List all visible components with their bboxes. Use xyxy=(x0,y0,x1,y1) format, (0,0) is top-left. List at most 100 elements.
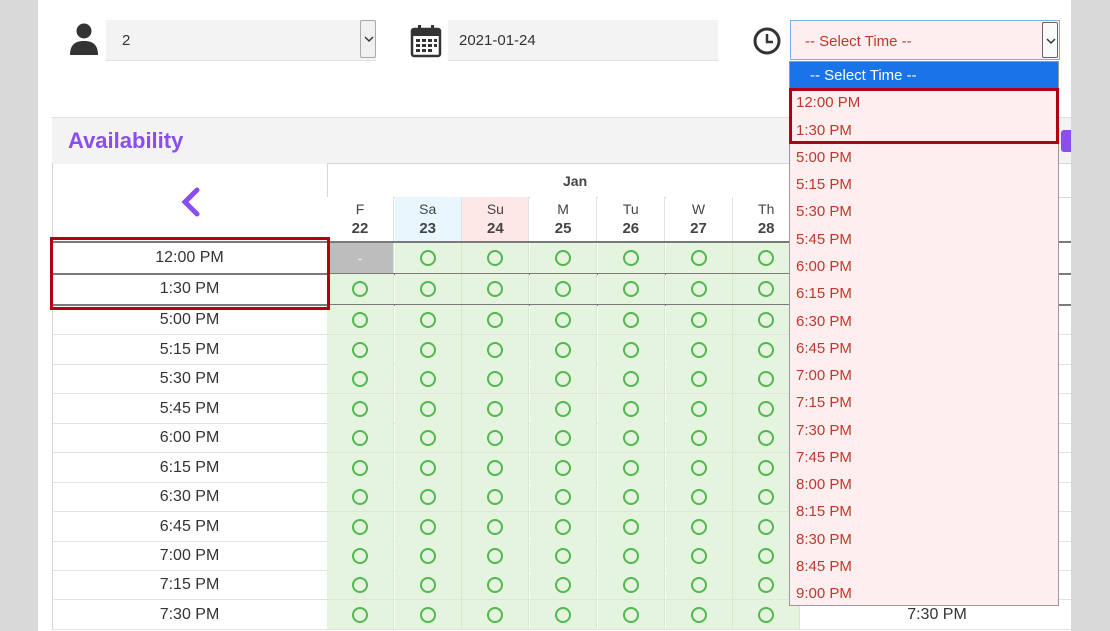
slot-available[interactable] xyxy=(530,453,598,482)
chevron-left-icon[interactable] xyxy=(179,187,201,217)
slot-available[interactable] xyxy=(530,482,598,511)
next-week-icon[interactable] xyxy=(1061,130,1071,152)
slot-available[interactable] xyxy=(665,600,733,629)
slot-available[interactable] xyxy=(597,541,665,570)
slot-available[interactable] xyxy=(394,243,462,273)
slot-available[interactable] xyxy=(327,305,394,334)
dropdown-option[interactable]: 5:30 PM xyxy=(790,198,1058,225)
slot-available[interactable] xyxy=(597,394,665,423)
slot-available[interactable] xyxy=(327,600,394,629)
time-dropdown-list[interactable]: -- Select Time -- 12:00 PM 1:30 PM 5:00 PM 5… xyxy=(789,61,1059,606)
slot-available[interactable] xyxy=(462,394,530,423)
slot-available[interactable] xyxy=(665,423,733,452)
slot-available[interactable] xyxy=(394,482,462,511)
slot-available[interactable] xyxy=(530,243,598,273)
slot-available[interactable] xyxy=(462,482,530,511)
slot-available[interactable] xyxy=(462,335,530,364)
party-size-dropdown-button[interactable] xyxy=(360,20,376,58)
slot-available[interactable] xyxy=(327,274,394,304)
dropdown-option[interactable]: 5:00 PM xyxy=(790,144,1058,171)
slot-available[interactable] xyxy=(665,453,733,482)
slot-available[interactable] xyxy=(665,512,733,541)
slot-available[interactable] xyxy=(394,570,462,599)
slot-available[interactable] xyxy=(597,570,665,599)
slot-available[interactable] xyxy=(597,512,665,541)
time-select[interactable]: -- Select Time -- xyxy=(790,20,1060,60)
party-size-select[interactable]: 2 xyxy=(106,20,376,61)
dropdown-option[interactable]: 8:00 PM xyxy=(790,471,1058,498)
dropdown-option[interactable]: 8:45 PM xyxy=(790,553,1058,580)
slot-available[interactable] xyxy=(530,335,598,364)
slot-available[interactable] xyxy=(530,512,598,541)
dropdown-option[interactable]: 5:15 PM xyxy=(790,171,1058,198)
slot-available[interactable] xyxy=(327,394,394,423)
slot-available[interactable] xyxy=(462,541,530,570)
slot-available[interactable] xyxy=(530,364,598,393)
slot-available[interactable] xyxy=(665,305,733,334)
slot-available[interactable] xyxy=(394,512,462,541)
slot-available[interactable] xyxy=(394,453,462,482)
dropdown-option[interactable]: 6:45 PM xyxy=(790,335,1058,362)
dropdown-option[interactable]: 1:30 PM xyxy=(790,117,1058,144)
dropdown-option[interactable]: 5:45 PM xyxy=(790,226,1058,253)
slot-available[interactable] xyxy=(327,453,394,482)
slot-available[interactable] xyxy=(530,570,598,599)
dropdown-option[interactable]: 9:00 PM xyxy=(790,580,1058,607)
slot-available[interactable] xyxy=(597,600,665,629)
slot-available[interactable] xyxy=(327,364,394,393)
slot-available[interactable] xyxy=(462,243,530,273)
slot-available[interactable] xyxy=(462,423,530,452)
slot-available[interactable] xyxy=(394,423,462,452)
slot-available[interactable] xyxy=(530,305,598,334)
slot-available[interactable] xyxy=(394,305,462,334)
dropdown-option[interactable]: 6:30 PM xyxy=(790,308,1058,335)
slot-available[interactable] xyxy=(597,423,665,452)
slot-available[interactable] xyxy=(327,335,394,364)
slot-available[interactable] xyxy=(530,394,598,423)
slot-available[interactable] xyxy=(462,305,530,334)
slot-available[interactable] xyxy=(462,600,530,629)
slot-available[interactable] xyxy=(462,364,530,393)
slot-available[interactable] xyxy=(665,570,733,599)
slot-available[interactable] xyxy=(327,541,394,570)
slot-available[interactable] xyxy=(327,570,394,599)
slot-available[interactable] xyxy=(394,394,462,423)
dropdown-option[interactable]: 6:00 PM xyxy=(790,253,1058,280)
slot-available[interactable] xyxy=(394,541,462,570)
dropdown-option[interactable]: 8:30 PM xyxy=(790,526,1058,553)
slot-available[interactable] xyxy=(597,274,665,304)
slot-available[interactable] xyxy=(462,512,530,541)
slot-available[interactable] xyxy=(665,335,733,364)
slot-available[interactable] xyxy=(394,364,462,393)
dropdown-option[interactable]: 7:45 PM xyxy=(790,444,1058,471)
slot-available[interactable] xyxy=(665,274,733,304)
slot-available[interactable] xyxy=(530,423,598,452)
dropdown-option[interactable]: 7:00 PM xyxy=(790,362,1058,389)
slot-available[interactable] xyxy=(394,274,462,304)
dropdown-option[interactable]: 7:30 PM xyxy=(790,417,1058,444)
slot-available[interactable] xyxy=(665,394,733,423)
slot-available[interactable] xyxy=(597,243,665,273)
slot-available[interactable] xyxy=(597,364,665,393)
slot-available[interactable] xyxy=(597,335,665,364)
slot-available[interactable] xyxy=(597,305,665,334)
slot-available[interactable] xyxy=(327,423,394,452)
slot-available[interactable] xyxy=(597,453,665,482)
slot-available[interactable] xyxy=(394,600,462,629)
slot-available[interactable] xyxy=(327,482,394,511)
slot-available[interactable] xyxy=(530,600,598,629)
slot-available[interactable] xyxy=(665,482,733,511)
slot-available[interactable] xyxy=(462,570,530,599)
time-dropdown-button[interactable] xyxy=(1042,22,1058,58)
dropdown-option[interactable]: 7:15 PM xyxy=(790,389,1058,416)
date-input[interactable]: 2021-01-24 xyxy=(448,20,718,61)
dropdown-option[interactable]: 6:15 PM xyxy=(790,280,1058,307)
slot-available[interactable] xyxy=(597,482,665,511)
dropdown-option[interactable]: 12:00 PM xyxy=(790,89,1058,116)
dropdown-option[interactable]: 8:15 PM xyxy=(790,498,1058,525)
slot-available[interactable] xyxy=(462,453,530,482)
slot-available[interactable] xyxy=(665,541,733,570)
slot-available[interactable] xyxy=(394,335,462,364)
slot-available[interactable] xyxy=(530,541,598,570)
slot-available[interactable] xyxy=(665,364,733,393)
